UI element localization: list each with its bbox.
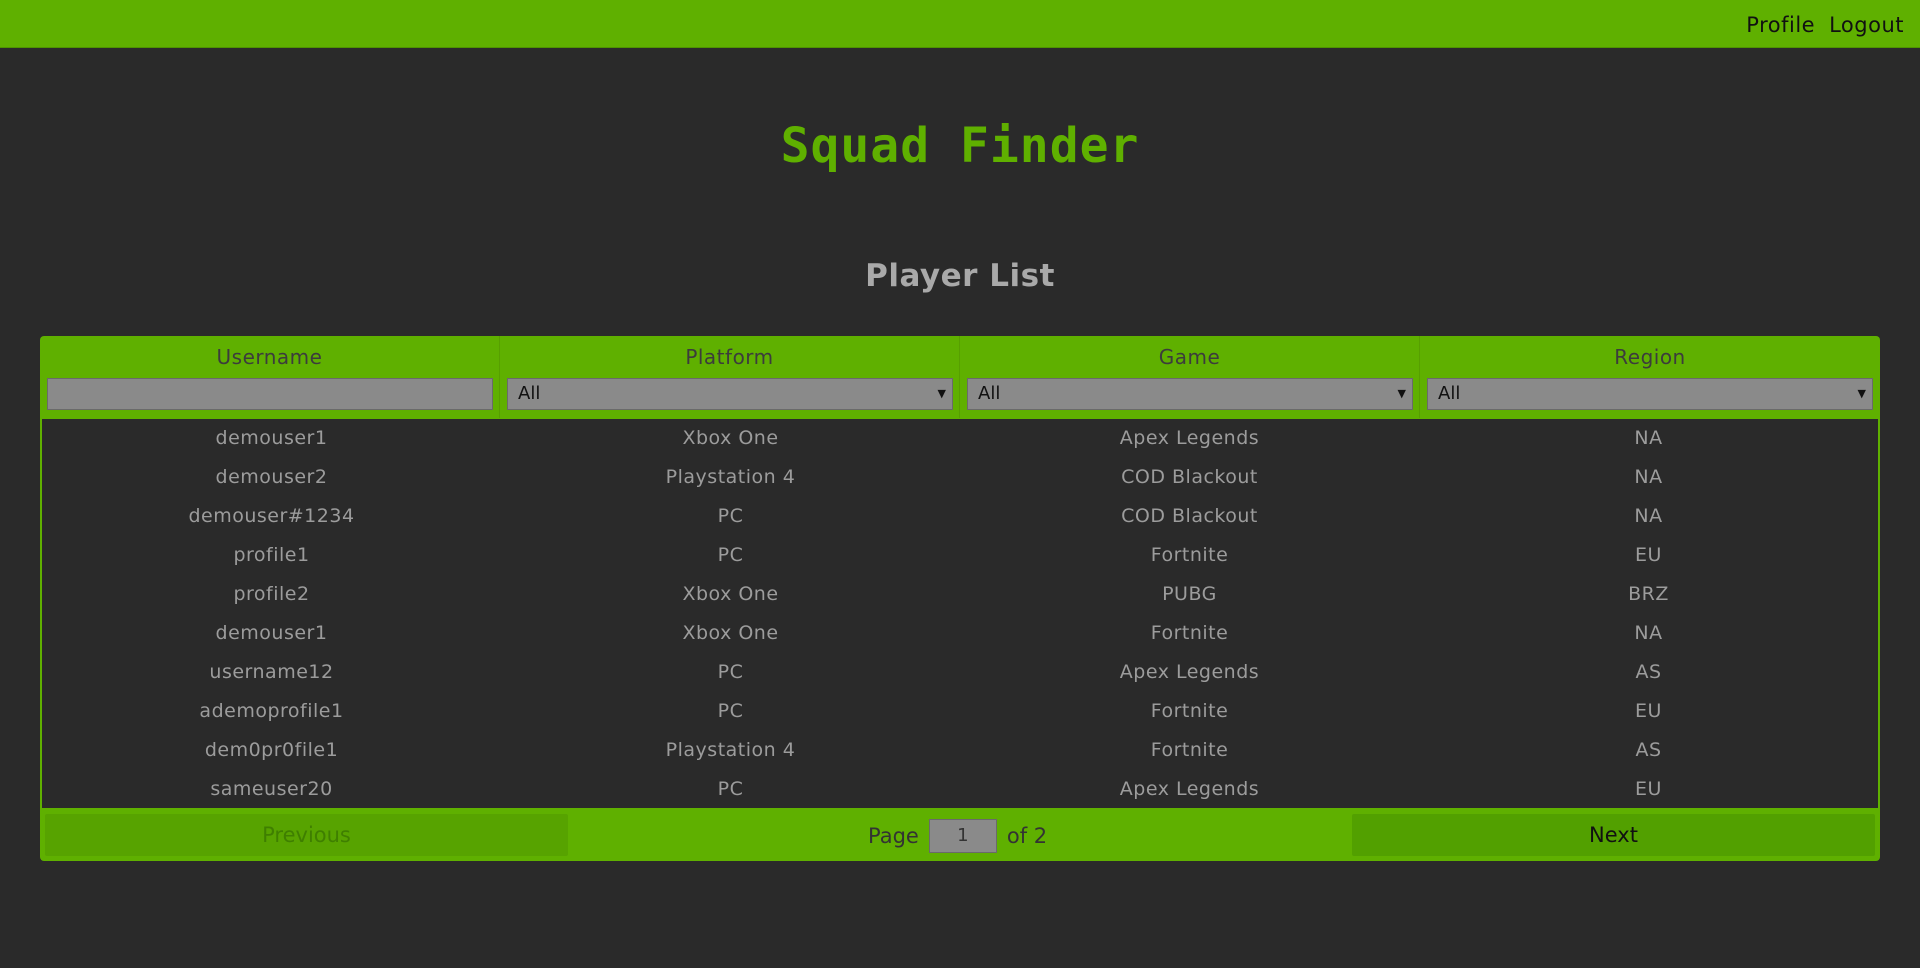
cell-platform: PC — [717, 700, 744, 722]
username-filter-input[interactable] — [47, 378, 493, 410]
column-platform: Platform All ▼ — [500, 336, 960, 418]
game-filter-value: All — [978, 383, 1001, 404]
page-total-label: of 2 — [1006, 824, 1048, 848]
cell-region: EU — [1635, 544, 1662, 566]
cell-platform: PC — [717, 544, 744, 566]
dropdown-arrow-icon: ▼ — [1397, 387, 1406, 400]
cell-game: PUBG — [1162, 583, 1217, 605]
table-row[interactable]: profile2 Xbox One PUBG BRZ — [42, 575, 1878, 614]
cell-platform: Xbox One — [682, 427, 779, 449]
column-game: Game All ▼ — [960, 336, 1420, 418]
table-row[interactable]: dem0pr0file1 Playstation 4 Fortnite AS — [42, 731, 1878, 770]
table-row[interactable]: ademoprofile1 PC Fortnite EU — [42, 692, 1878, 731]
cell-platform: PC — [717, 778, 744, 800]
cell-username: demouser1 — [215, 427, 328, 449]
next-button[interactable]: Next — [1352, 814, 1875, 856]
dropdown-arrow-icon: ▼ — [1857, 387, 1866, 400]
table-row[interactable]: username12 PC Apex Legends AS — [42, 653, 1878, 692]
player-table: Username Platform All ▼ Game All ▼ Regio… — [40, 336, 1880, 861]
region-filter-value: All — [1438, 383, 1461, 404]
cell-game: Fortnite — [1150, 622, 1229, 644]
header-username[interactable]: Username — [40, 345, 499, 369]
cell-username: demouser2 — [215, 466, 328, 488]
cell-platform: PC — [717, 661, 744, 683]
column-username: Username — [40, 336, 500, 418]
region-filter-select[interactable]: All ▼ — [1427, 378, 1873, 410]
cell-game: COD Blackout — [1121, 505, 1258, 527]
profile-link[interactable]: Profile — [1746, 13, 1815, 37]
cell-platform: Playstation 4 — [665, 466, 796, 488]
dropdown-arrow-icon: ▼ — [937, 387, 946, 400]
cell-game: Apex Legends — [1119, 778, 1260, 800]
page-number-input[interactable]: 1 — [928, 819, 997, 853]
cell-region: EU — [1635, 700, 1662, 722]
previous-button[interactable]: Previous — [45, 814, 568, 856]
cell-username: profile1 — [233, 544, 310, 566]
cell-game: Fortnite — [1150, 700, 1229, 722]
cell-game: Apex Legends — [1119, 661, 1260, 683]
app-title: Squad Finder — [780, 118, 1140, 174]
cell-username: username12 — [209, 661, 334, 683]
cell-game: Fortnite — [1150, 739, 1229, 761]
table-header: Username Platform All ▼ Game All ▼ Regio… — [40, 336, 1880, 418]
cell-game: Apex Legends — [1119, 427, 1260, 449]
cell-game: Fortnite — [1150, 544, 1229, 566]
cell-platform: Xbox One — [682, 622, 779, 644]
page-label: Page — [868, 824, 919, 848]
cell-username: demouser1 — [215, 622, 328, 644]
logout-link[interactable]: Logout — [1829, 13, 1904, 37]
cell-region: BRZ — [1628, 583, 1669, 605]
cell-region: AS — [1635, 739, 1662, 761]
cell-platform: PC — [717, 505, 744, 527]
header-region[interactable]: Region — [1420, 345, 1880, 369]
cell-username: profile2 — [233, 583, 310, 605]
table-row[interactable]: demouser1 Xbox One Apex Legends NA — [42, 419, 1878, 458]
column-region: Region All ▼ — [1420, 336, 1880, 418]
game-filter-select[interactable]: All ▼ — [967, 378, 1413, 410]
cell-username: ademoprofile1 — [199, 700, 344, 722]
top-nav-bar: Profile Logout — [0, 0, 1920, 48]
cell-region: NA — [1634, 466, 1663, 488]
cell-region: AS — [1635, 661, 1662, 683]
cell-username: demouser#1234 — [188, 505, 355, 527]
table-row[interactable]: profile1 PC Fortnite EU — [42, 536, 1878, 575]
table-row[interactable]: sameuser20 PC Apex Legends EU — [42, 770, 1878, 809]
cell-username: sameuser20 — [210, 778, 333, 800]
platform-filter-select[interactable]: All ▼ — [507, 378, 953, 410]
header-platform[interactable]: Platform — [500, 345, 959, 369]
cell-game: COD Blackout — [1121, 466, 1258, 488]
cell-region: EU — [1635, 778, 1662, 800]
page-indicator: Page 1 of 2 — [868, 819, 1047, 853]
table-row[interactable]: demouser2 Playstation 4 COD Blackout NA — [42, 458, 1878, 497]
cell-region: NA — [1634, 427, 1663, 449]
cell-region: NA — [1634, 622, 1663, 644]
pagination: Previous Page 1 of 2 Next — [40, 809, 1880, 861]
platform-filter-value: All — [518, 383, 541, 404]
table-body: demouser1 Xbox One Apex Legends NA demou… — [42, 419, 1878, 808]
cell-platform: Playstation 4 — [665, 739, 796, 761]
cell-platform: Xbox One — [682, 583, 779, 605]
top-nav: Profile Logout — [1746, 13, 1904, 37]
page-title: Player List — [865, 258, 1055, 294]
table-row[interactable]: demouser1 Xbox One Fortnite NA — [42, 614, 1878, 653]
cell-username: dem0pr0file1 — [204, 739, 339, 761]
table-row[interactable]: demouser#1234 PC COD Blackout NA — [42, 497, 1878, 536]
header-game[interactable]: Game — [960, 345, 1419, 369]
cell-region: NA — [1634, 505, 1663, 527]
